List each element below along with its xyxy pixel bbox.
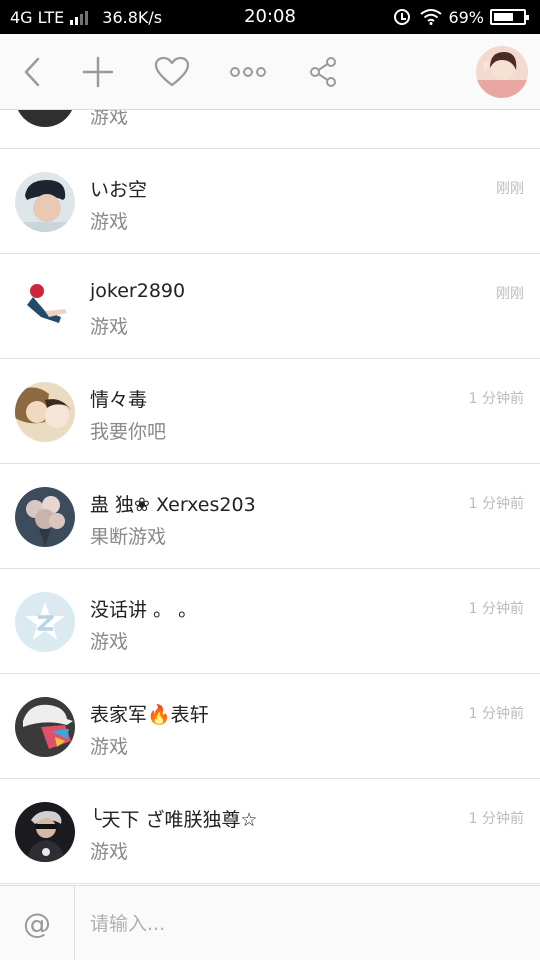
toolbar — [0, 34, 540, 110]
heart-icon — [154, 56, 190, 87]
user-name: ╰天下 ざ唯朕独尊☆ — [90, 809, 258, 831]
user-avatar — [15, 382, 75, 442]
message-time: 1 分钟前 — [468, 496, 524, 512]
avatar-image — [15, 110, 75, 127]
list-item[interactable]: 情々毒 我要你吧 1 分钟前 — [0, 359, 540, 464]
battery-icon — [490, 9, 529, 25]
list-item[interactable]: 游戏 — [0, 110, 540, 149]
default-avatar-icon — [15, 592, 75, 652]
message-text: 游戏 — [90, 736, 129, 758]
more-button[interactable] — [228, 52, 268, 92]
status-right: 69% — [394, 0, 529, 34]
message-time: 刚刚 — [496, 181, 524, 197]
avatar-image — [15, 172, 75, 232]
avatar-image — [15, 487, 75, 547]
avatar-image — [15, 697, 75, 757]
user-name: joker2890 — [90, 280, 186, 302]
share-button[interactable] — [303, 52, 343, 92]
avatar-image — [15, 277, 75, 337]
message-time: 1 分钟前 — [468, 601, 524, 617]
add-button[interactable] — [78, 52, 118, 92]
list-item[interactable]: ╰天下 ざ唯朕独尊☆ 游戏 1 分钟前 — [0, 779, 540, 884]
status-bar: 4G LTE 36.8K/s 20:08 69% — [0, 0, 540, 34]
list-item[interactable]: joker2890 游戏 刚刚 — [0, 254, 540, 359]
more-icon — [230, 67, 266, 77]
message-text: 游戏 — [90, 211, 129, 233]
mention-button[interactable]: @ — [0, 886, 75, 960]
user-avatar — [15, 172, 75, 232]
battery-percent: 69% — [448, 7, 484, 27]
list-item[interactable]: いお空 游戏 刚刚 — [0, 149, 540, 254]
message-text: 游戏 — [90, 631, 129, 653]
comment-input[interactable] — [90, 910, 520, 938]
comment-bar: @ — [0, 885, 540, 960]
avatar-image — [15, 382, 75, 442]
back-button[interactable] — [12, 52, 52, 92]
profile-avatar[interactable] — [476, 46, 528, 98]
message-time: 1 分钟前 — [468, 706, 524, 722]
like-button[interactable] — [152, 52, 192, 92]
user-name: 情々毒 — [90, 389, 148, 411]
message-text: 果断游戏 — [90, 526, 167, 548]
user-name: 蛊 独❀ Xerxes203 — [90, 494, 256, 516]
user-name: いお空 — [90, 179, 148, 201]
avatar-image — [15, 802, 75, 862]
user-avatar — [15, 802, 75, 862]
user-avatar — [15, 592, 75, 652]
add-icon — [82, 56, 114, 88]
user-avatar — [15, 487, 75, 547]
list-item[interactable]: 表家军🔥表轩 游戏 1 分钟前 — [0, 674, 540, 779]
battery-fill — [494, 13, 514, 21]
user-avatar — [15, 277, 75, 337]
message-text: 游戏 — [90, 841, 129, 863]
back-icon — [24, 57, 40, 87]
message-text: 游戏 — [90, 110, 129, 128]
message-list: 游戏 いお空 游戏 刚刚 joker2890 游戏 刚刚 情々毒 我要你吧 1 … — [0, 110, 540, 885]
message-text: 我要你吧 — [90, 421, 167, 443]
alarm-icon — [394, 9, 411, 25]
profile-avatar-image — [476, 46, 528, 98]
user-avatar — [15, 697, 75, 757]
list-item[interactable]: 没话讲 。 。 游戏 1 分钟前 — [0, 569, 540, 674]
wifi-icon — [420, 9, 443, 25]
user-name: 表家军🔥表轩 — [90, 704, 209, 726]
user-name: 没话讲 。 。 — [90, 599, 198, 621]
user-avatar — [15, 110, 75, 127]
message-text: 游戏 — [90, 316, 129, 338]
message-time: 刚刚 — [496, 286, 524, 302]
list-item[interactable]: 蛊 独❀ Xerxes203 果断游戏 1 分钟前 — [0, 464, 540, 569]
message-time: 1 分钟前 — [468, 811, 524, 827]
at-icon: @ — [23, 906, 51, 940]
message-time: 1 分钟前 — [468, 391, 524, 407]
share-icon — [310, 57, 336, 87]
